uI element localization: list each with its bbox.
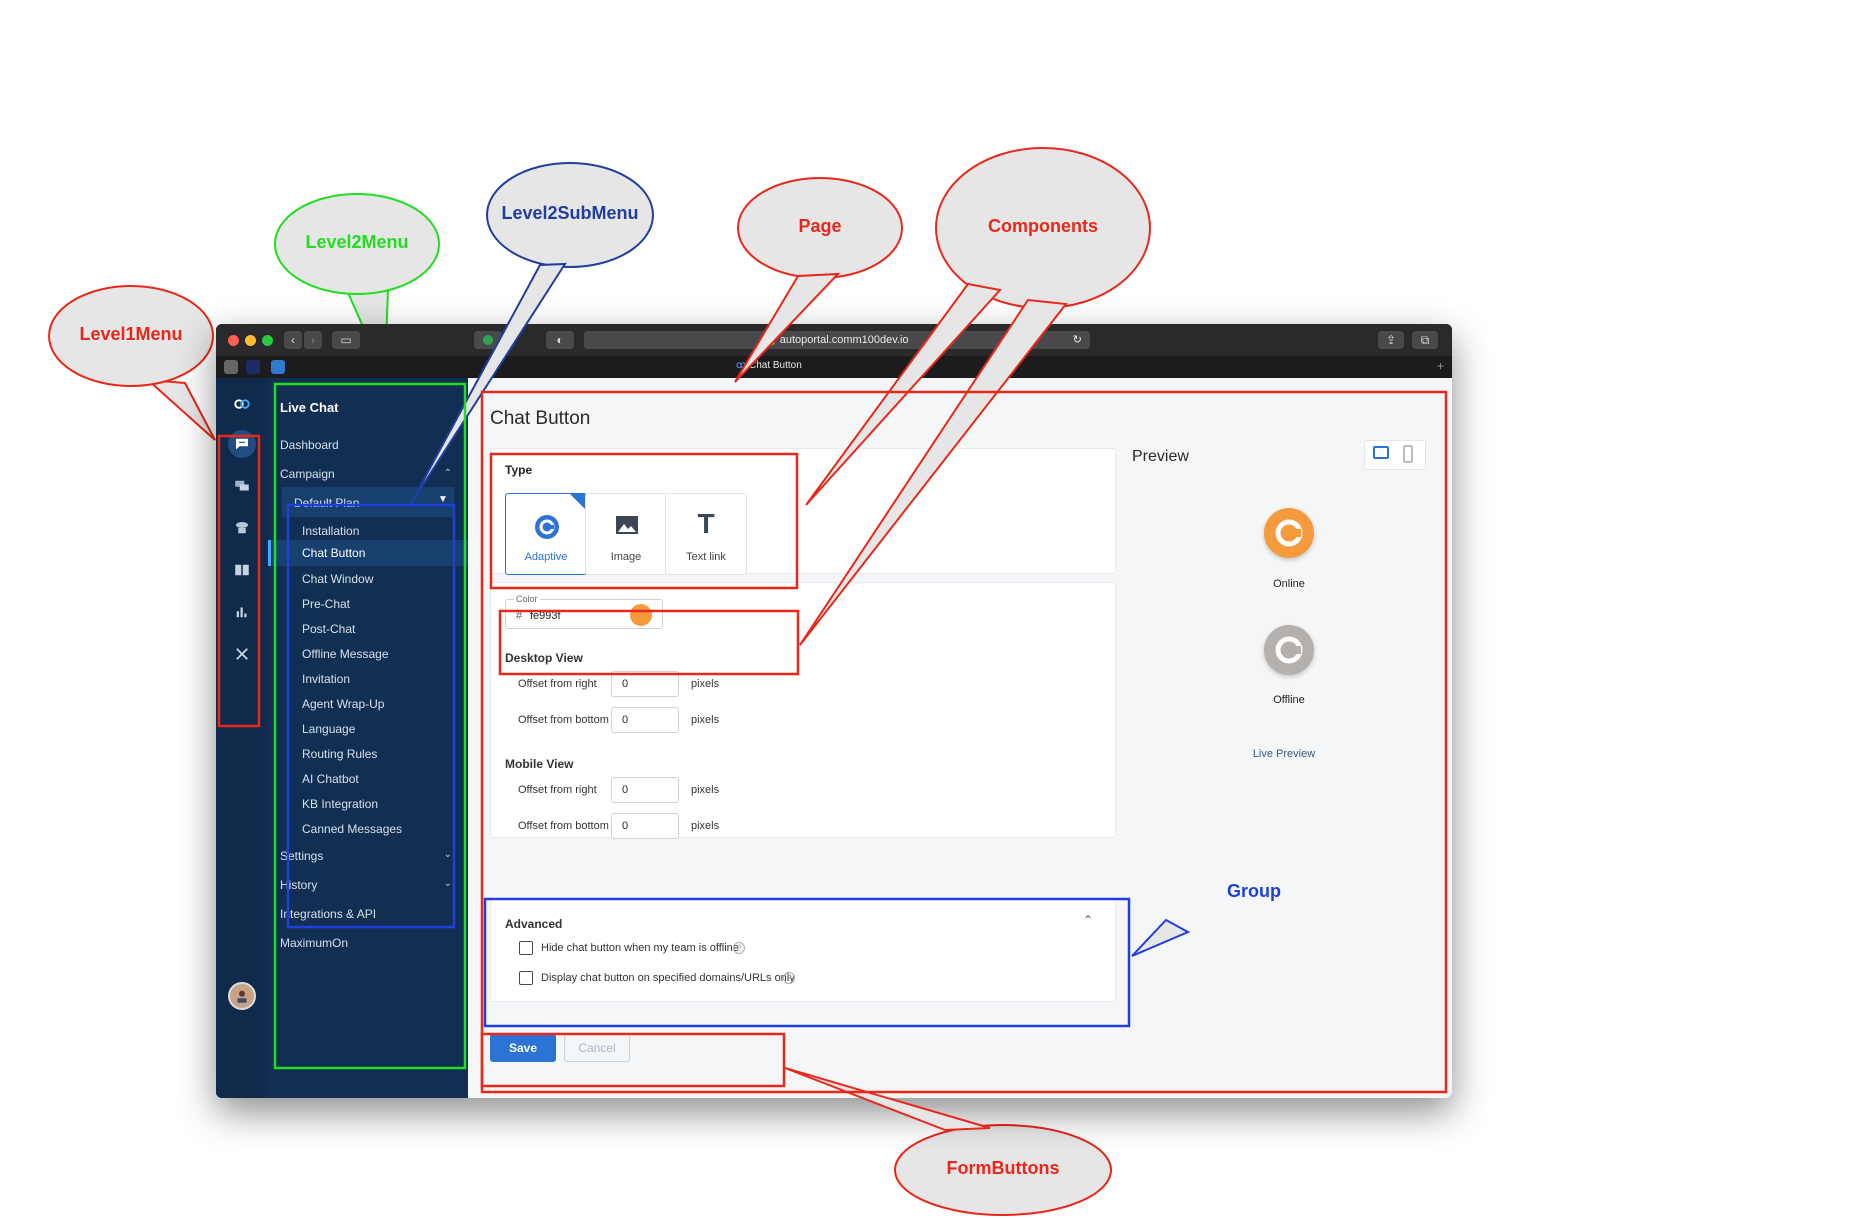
group-highlight xyxy=(483,897,1131,1028)
level2sub-callout-label: Level2SubMenu xyxy=(501,203,639,223)
components-callout-label: Components xyxy=(988,216,1098,236)
group-callout-label: Group xyxy=(1227,881,1281,901)
level1-highlight xyxy=(217,434,261,728)
level1-callout-label: Level1Menu xyxy=(79,324,183,344)
level2sub-highlight xyxy=(286,503,456,929)
level2-highlight xyxy=(273,382,467,1070)
color-component-highlight xyxy=(498,609,800,676)
formbuttons-callout-label: FormButtons xyxy=(946,1158,1060,1178)
type-component-highlight xyxy=(489,452,799,590)
annotation-layer-front xyxy=(217,262,1448,1132)
formbuttons-highlight xyxy=(480,1032,786,1088)
level2-callout-label: Level2Menu xyxy=(305,232,409,252)
page-highlight xyxy=(480,390,1448,1094)
group-callout-tail xyxy=(1131,918,1191,957)
page-callout-tail xyxy=(734,272,841,383)
formbuttons-callout-tail xyxy=(784,1067,991,1132)
page-callout-label: Page xyxy=(798,216,842,236)
